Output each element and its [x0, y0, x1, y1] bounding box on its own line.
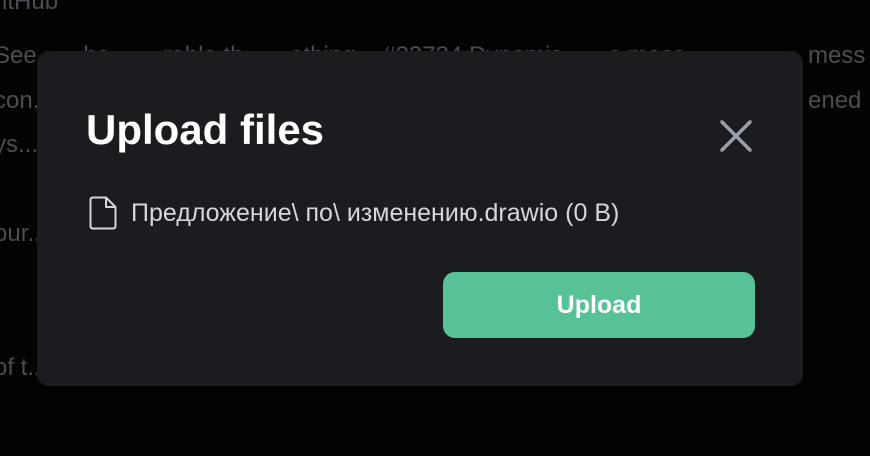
file-size: (0 B): [565, 198, 620, 227]
background-text-fragment: ened: [808, 87, 862, 114]
file-name-text: Предложение\ по\ изменению.drawio: [131, 198, 559, 227]
background-text-line: ntHub: [0, 0, 59, 15]
background-text-fragment: mess: [808, 42, 866, 69]
file-icon: [89, 195, 119, 231]
close-icon: [720, 120, 752, 152]
background-text-line: ys...: [0, 131, 39, 158]
close-button[interactable]: [713, 113, 759, 159]
dialog-title: Upload files: [86, 106, 325, 153]
upload-button[interactable]: Upload: [443, 272, 755, 338]
file-name: Предложение\ по\ изменению.drawio (0 B): [131, 198, 620, 227]
file-list-item: Предложение\ по\ изменению.drawio (0 B): [89, 193, 619, 233]
upload-files-dialog: Upload files Предложение\ по\ изменению.…: [37, 51, 803, 386]
